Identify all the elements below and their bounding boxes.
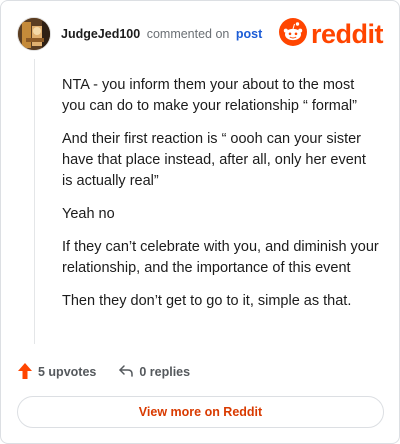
upvote-arrow-icon — [17, 362, 33, 383]
user-avatar[interactable] — [17, 17, 51, 51]
comment-actions: 5 upvotes 0 replies — [17, 361, 190, 383]
action-text: commented on — [146, 27, 230, 41]
thread-line — [34, 59, 35, 344]
comment-meta: JudgeJed100 commented on post — [61, 27, 262, 41]
post-link[interactable]: post — [236, 27, 262, 41]
reddit-logo[interactable]: reddit — [278, 17, 384, 51]
comment-header: JudgeJed100 commented on post reddit — [17, 17, 384, 51]
comment-paragraph: Yeah no — [62, 206, 115, 222]
reddit-wordmark: reddit — [310, 18, 384, 49]
comment-paragraph: If they can’t celebrate with you, and di… — [62, 239, 379, 276]
reply-count: 0 replies — [139, 365, 191, 379]
username-link[interactable]: JudgeJed100 — [61, 27, 140, 41]
reddit-snoo-icon — [278, 17, 307, 51]
comment-body: NTA - you inform them your about to the … — [62, 75, 380, 324]
view-more-button[interactable]: View more on Reddit — [17, 396, 384, 428]
reply-arrow-icon — [118, 364, 134, 381]
upvote-button[interactable]: 5 upvotes — [17, 362, 96, 383]
comment-paragraph: And their first reaction is “ oooh can y… — [62, 131, 366, 189]
comment-paragraph: Then they don’t get to go to it, simple … — [62, 293, 352, 309]
reply-button[interactable]: 0 replies — [118, 364, 190, 381]
comment-paragraph: NTA - you inform them your about to the … — [62, 77, 357, 114]
comment-card: JudgeJed100 commented on post reddit NTA… — [0, 0, 400, 444]
upvote-count: 5 upvotes — [38, 365, 97, 379]
